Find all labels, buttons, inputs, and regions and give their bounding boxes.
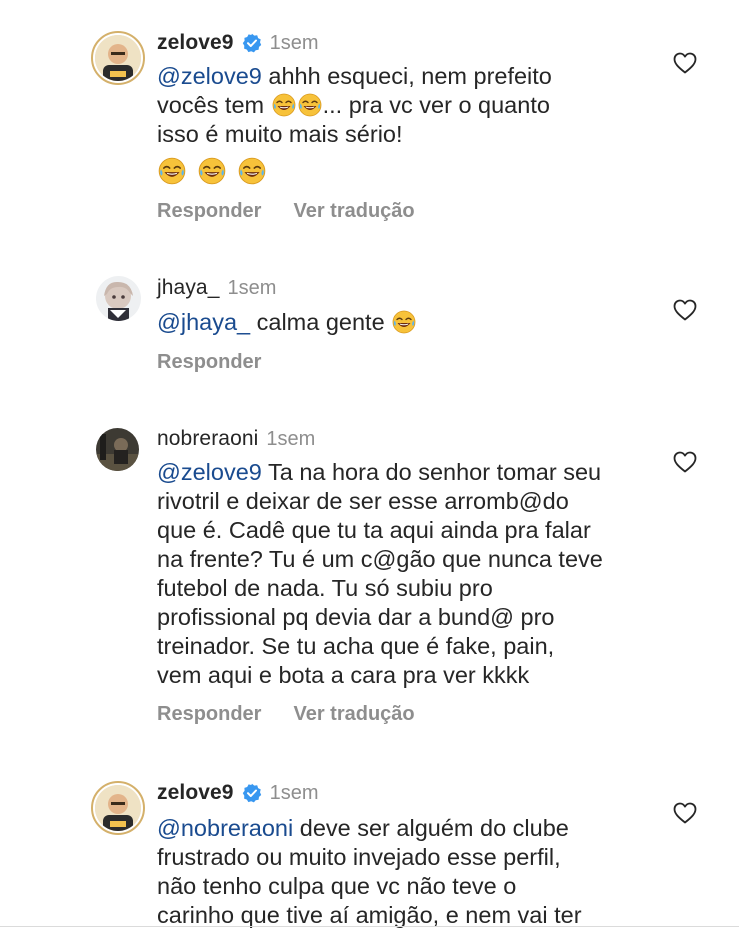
comment-header: zelove9 1sem xyxy=(157,30,319,56)
reply-button[interactable]: Responder xyxy=(157,200,261,223)
username[interactable]: zelove9 xyxy=(157,31,234,55)
comment-actions: Responder Ver tradução xyxy=(157,703,415,726)
see-translation-button[interactable]: Ver tradução xyxy=(293,200,414,223)
comment-actions: Responder xyxy=(157,351,261,374)
avatar[interactable] xyxy=(96,428,139,471)
verified-badge-icon xyxy=(242,783,262,803)
laughing-emoji-icon xyxy=(158,157,186,185)
comment-header: jhaya_ 1sem xyxy=(157,275,276,301)
comment-text: @zelove9 ahhh esqueci, nem prefeito você… xyxy=(157,63,552,147)
mention-link[interactable]: @zelove9 xyxy=(157,459,262,485)
heart-icon[interactable] xyxy=(673,451,697,473)
see-translation-button[interactable]: Ver tradução xyxy=(293,703,414,726)
bottom-divider xyxy=(0,926,739,927)
mention-link[interactable]: @zelove9 xyxy=(157,63,262,89)
timestamp: 1sem xyxy=(269,31,319,54)
mention-link[interactable]: @jhaya_ xyxy=(157,309,250,335)
timestamp: 1sem xyxy=(227,276,277,299)
heart-icon[interactable] xyxy=(673,52,697,74)
emoji-row xyxy=(157,157,267,185)
comment-text: @nobreraoni deve ser alguém do clube fru… xyxy=(157,815,582,928)
mention-link[interactable]: @nobreraoni xyxy=(157,815,293,841)
verified-badge-icon xyxy=(242,33,262,53)
comment-text: @zelove9 Ta na hora do senhor tomar seu … xyxy=(157,459,603,688)
comment-header: nobreraoni 1sem xyxy=(157,426,315,452)
laughing-emoji-icon xyxy=(298,93,322,117)
comment-text: @jhaya_ calma gente xyxy=(157,308,677,337)
laughing-emoji-icon xyxy=(392,310,416,334)
heart-icon[interactable] xyxy=(673,802,697,824)
timestamp: 1sem xyxy=(269,781,319,804)
username[interactable]: nobreraoni xyxy=(157,427,258,451)
username[interactable]: zelove9 xyxy=(157,781,234,805)
comment-actions: Responder Ver tradução xyxy=(157,200,415,223)
heart-icon[interactable] xyxy=(673,299,697,321)
laughing-emoji-icon xyxy=(238,157,266,185)
comment-header: zelove9 1sem xyxy=(157,780,319,806)
timestamp: 1sem xyxy=(266,427,316,450)
username[interactable]: jhaya_ xyxy=(157,276,219,300)
avatar[interactable] xyxy=(96,276,141,321)
avatar[interactable] xyxy=(91,31,145,85)
avatar[interactable] xyxy=(91,781,145,835)
laughing-emoji-icon xyxy=(198,157,226,185)
reply-button[interactable]: Responder xyxy=(157,351,261,374)
laughing-emoji-icon xyxy=(272,93,296,117)
reply-button[interactable]: Responder xyxy=(157,703,261,726)
